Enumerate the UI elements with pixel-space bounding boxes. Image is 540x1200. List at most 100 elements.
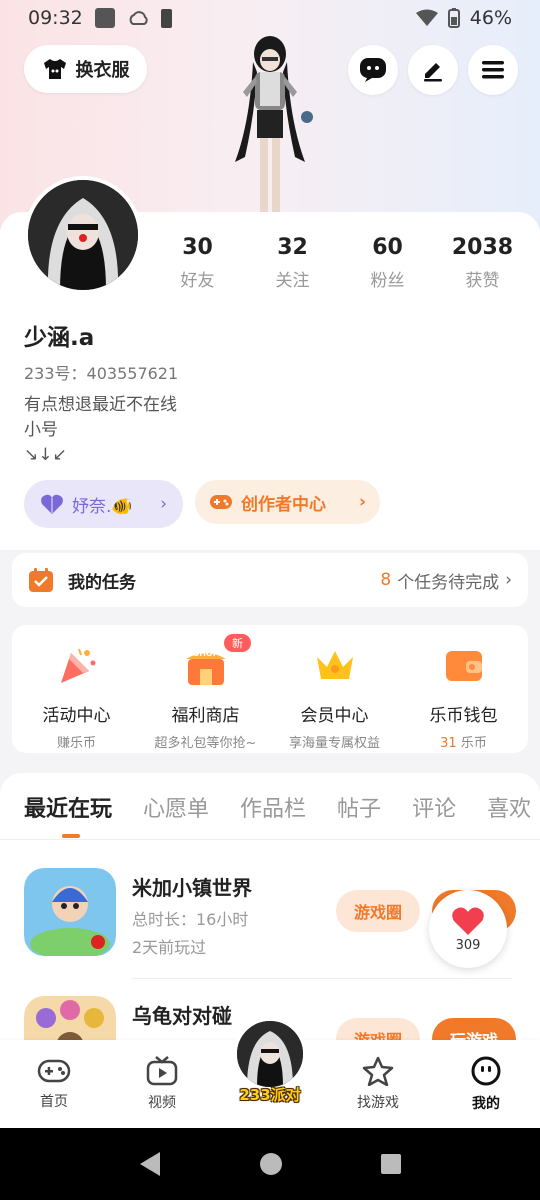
nav-label: 找游戏 (357, 1095, 399, 1111)
game-circle-button[interactable]: 游戏圈 (336, 890, 420, 932)
edit-profile-button[interactable] (408, 45, 458, 95)
chat-bubble-icon (360, 58, 386, 82)
coin-unit: 乐币 (460, 736, 487, 751)
my-tasks-title: 我的任务 (68, 572, 136, 593)
shop-icon-text: SHOP (193, 649, 218, 658)
nav-label: 233派对 (239, 1086, 301, 1104)
notification-icon (94, 8, 115, 28)
chevron-right-icon: › (160, 494, 167, 514)
shop-icon: SHOP (185, 649, 226, 685)
stat-likes[interactable]: 2038 获赞 (435, 235, 530, 291)
gamepad-icon (37, 1059, 71, 1083)
cloud-sync-icon (129, 11, 148, 25)
best-friend-chip[interactable]: 妤奈.🐠 › (24, 480, 183, 528)
nav-label: 我的 (472, 1096, 500, 1112)
avatar-image (28, 180, 138, 290)
feature-subtitle: 31 乐币 (440, 732, 487, 751)
user-id[interactable]: 233号：403557621 (24, 360, 178, 384)
nav-find-games[interactable]: 找游戏 (324, 1040, 432, 1128)
nav-mine[interactable]: 我的 (432, 1040, 540, 1128)
profile-face-icon (471, 1056, 501, 1086)
menu-button[interactable] (468, 45, 518, 95)
menu-icon (482, 61, 504, 79)
stat-friends[interactable]: 30 好友 (150, 235, 245, 291)
tshirt-icon (43, 59, 66, 79)
feature-activity-center[interactable]: 活动中心 赚乐币 (12, 625, 141, 753)
back-icon[interactable] (138, 1151, 162, 1177)
active-tab-indicator (62, 834, 80, 838)
system-navigation-bar (0, 1128, 540, 1200)
wallet-icon (445, 651, 482, 681)
pencil-icon (424, 63, 442, 82)
best-friend-name: 妤奈.🐠 (72, 496, 133, 517)
feature-member-center[interactable]: 会员中心 享海量专属权益 (270, 625, 399, 753)
battery-icon (447, 8, 460, 28)
feature-subtitle: 享海量专属权益 (288, 736, 380, 751)
battery-small-icon (160, 8, 172, 28)
pending-task-label: 个任务待完成 (397, 572, 500, 593)
my-tasks-card[interactable]: 我的任务 8 个任务待完成 › (12, 553, 528, 607)
heart-icon (452, 907, 484, 935)
home-icon[interactable] (259, 1152, 283, 1176)
battery-percent: 46% (469, 7, 512, 29)
stat-number: 32 (277, 235, 308, 260)
party-avatar (234, 1018, 306, 1090)
stat-label: 关注 (275, 271, 310, 291)
tab-likes[interactable]: 喜欢 (487, 791, 531, 823)
creator-center-label: 创作者中心 (241, 494, 326, 515)
character-figure[interactable] (215, 32, 325, 217)
party-avatar-image (237, 1021, 303, 1087)
game-title: 乌龟对对碰 (132, 1004, 232, 1028)
feature-welfare-shop[interactable]: 新 SHOP 福利商店 超多礼包等你抢~ (141, 625, 270, 753)
pending-task-count: 8 (380, 570, 392, 590)
creator-center-button[interactable]: 创作者中心 › (195, 480, 380, 524)
messages-button[interactable] (348, 45, 398, 95)
tab-wishlist[interactable]: 心愿单 (143, 791, 209, 823)
wifi-icon (415, 9, 438, 26)
crown-icon (316, 651, 353, 679)
nav-party[interactable]: 233派对 (226, 1018, 314, 1118)
stat-number: 2038 (451, 235, 514, 260)
nav-video[interactable]: 视频 (108, 1040, 216, 1128)
feature-coin-wallet[interactable]: 乐币钱包 31 乐币 (399, 625, 528, 753)
tab-recently-played[interactable]: 最近在玩 (24, 791, 112, 823)
like-floating-button[interactable]: 309 (429, 890, 507, 968)
pending-tasks: 8 个任务待完成 › (380, 568, 512, 593)
heart-pair-icon (41, 494, 63, 514)
chevron-right-icon: › (358, 492, 366, 512)
recents-icon[interactable] (380, 1153, 402, 1175)
tv-play-icon (146, 1056, 178, 1086)
feature-title: 福利商店 (171, 706, 240, 726)
nav-label: 视频 (148, 1095, 176, 1111)
star-icon (362, 1056, 394, 1086)
feature-title: 乐币钱包 (429, 706, 498, 726)
divider (132, 978, 512, 979)
game-icon (24, 868, 116, 956)
stat-label: 好友 (180, 271, 215, 291)
tab-works[interactable]: 作品栏 (240, 791, 306, 823)
tab-posts[interactable]: 帖子 (337, 791, 381, 823)
game-title: 米加小镇世界 (132, 876, 252, 900)
user-avatar[interactable] (24, 176, 142, 294)
feature-subtitle: 超多礼包等你抢~ (154, 736, 257, 751)
change-outfit-label: 换衣服 (75, 60, 130, 81)
stat-following[interactable]: 32 关注 (245, 235, 340, 291)
tab-comments[interactable]: 评论 (412, 791, 456, 823)
feature-subtitle: 赚乐币 (56, 736, 96, 751)
new-badge: 新 (224, 634, 251, 652)
status-bar: 09:32 46% (0, 0, 540, 36)
features-grid: 活动中心 赚乐币 新 SHOP 福利商店 超多礼包等你抢~ 会员中心 享海量专属… (12, 625, 528, 753)
nav-home[interactable]: 首页 (0, 1040, 108, 1128)
stat-number: 30 (182, 235, 213, 260)
bio-line: 小号 (24, 420, 58, 440)
user-bio: 有点想退最近不在线 小号 ↘↓↙ (24, 393, 177, 468)
change-outfit-button[interactable]: 换衣服 (24, 45, 147, 93)
feature-title: 会员中心 (300, 706, 369, 726)
divider (0, 839, 540, 840)
user-nickname: 少涵.a (24, 325, 95, 351)
stat-number: 60 (372, 235, 403, 260)
nav-label: 首页 (40, 1094, 68, 1110)
stat-label: 粉丝 (370, 271, 405, 291)
stat-followers[interactable]: 60 粉丝 (340, 235, 435, 291)
status-time: 09:32 (28, 7, 83, 29)
